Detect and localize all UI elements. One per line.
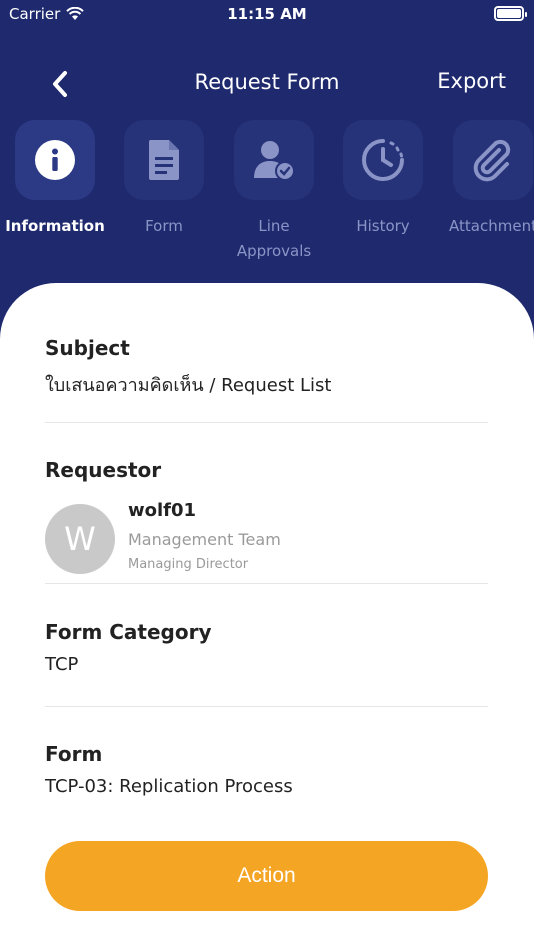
paperclip-icon <box>473 139 511 182</box>
subject-label: Subject <box>45 336 130 360</box>
tab-form[interactable]: Form <box>104 120 224 239</box>
battery-icon <box>494 6 527 21</box>
tab-bar: Information Form Line Approvals History … <box>0 120 534 270</box>
form-label: Form <box>45 742 103 766</box>
tab-label: History <box>356 217 410 235</box>
history-clock-icon <box>362 139 404 181</box>
requestor-team: Management Team <box>128 530 281 549</box>
action-button[interactable]: Action <box>45 841 488 911</box>
nav-bar: Request Form Export <box>0 56 534 110</box>
tab-icon-box <box>234 120 314 200</box>
tab-information[interactable]: Information <box>0 120 115 239</box>
divider <box>45 706 488 707</box>
requestor-name: wolf01 <box>128 500 197 521</box>
form-value: TCP-03: Replication Process <box>45 776 293 797</box>
requestor-field: Requestor <box>45 458 488 482</box>
tab-icon-box <box>124 120 204 200</box>
export-button[interactable]: Export <box>437 69 506 93</box>
requestor-label: Requestor <box>45 458 162 482</box>
status-time: 11:15 AM <box>227 5 307 23</box>
info-icon <box>35 140 75 180</box>
divider <box>45 422 488 423</box>
tab-icon-box <box>343 120 423 200</box>
requestor-role: Managing Director <box>128 557 249 572</box>
tab-icon-box <box>453 120 533 200</box>
subject-field: Subject ใบเสนอความคิดเห็น / Request List <box>45 336 488 399</box>
tab-attachment[interactable]: Attachment <box>433 120 534 239</box>
tab-label: Line Approvals <box>236 217 312 260</box>
form-category-label: Form Category <box>45 620 212 644</box>
status-bar: Carrier 11:15 AM <box>0 0 534 28</box>
document-icon <box>148 140 179 180</box>
tab-icon-box <box>15 120 95 200</box>
tab-label: Form <box>145 217 183 235</box>
form-field: Form TCP-03: Replication Process <box>45 742 488 797</box>
requestor-card[interactable]: W wolf01 Management Team Managing Direct… <box>45 500 488 580</box>
tab-line-approvals[interactable]: Line Approvals <box>214 120 334 264</box>
tab-label: Information <box>5 217 105 235</box>
form-category-value: TCP <box>45 654 79 675</box>
divider <box>45 583 488 584</box>
user-check-icon <box>254 141 295 181</box>
subject-value: ใบเสนอความคิดเห็น / Request List <box>45 375 332 396</box>
avatar: W <box>45 504 115 574</box>
tab-history[interactable]: History <box>323 120 443 239</box>
form-category-field: Form Category TCP <box>45 620 488 675</box>
tab-label: Attachment <box>449 217 534 235</box>
